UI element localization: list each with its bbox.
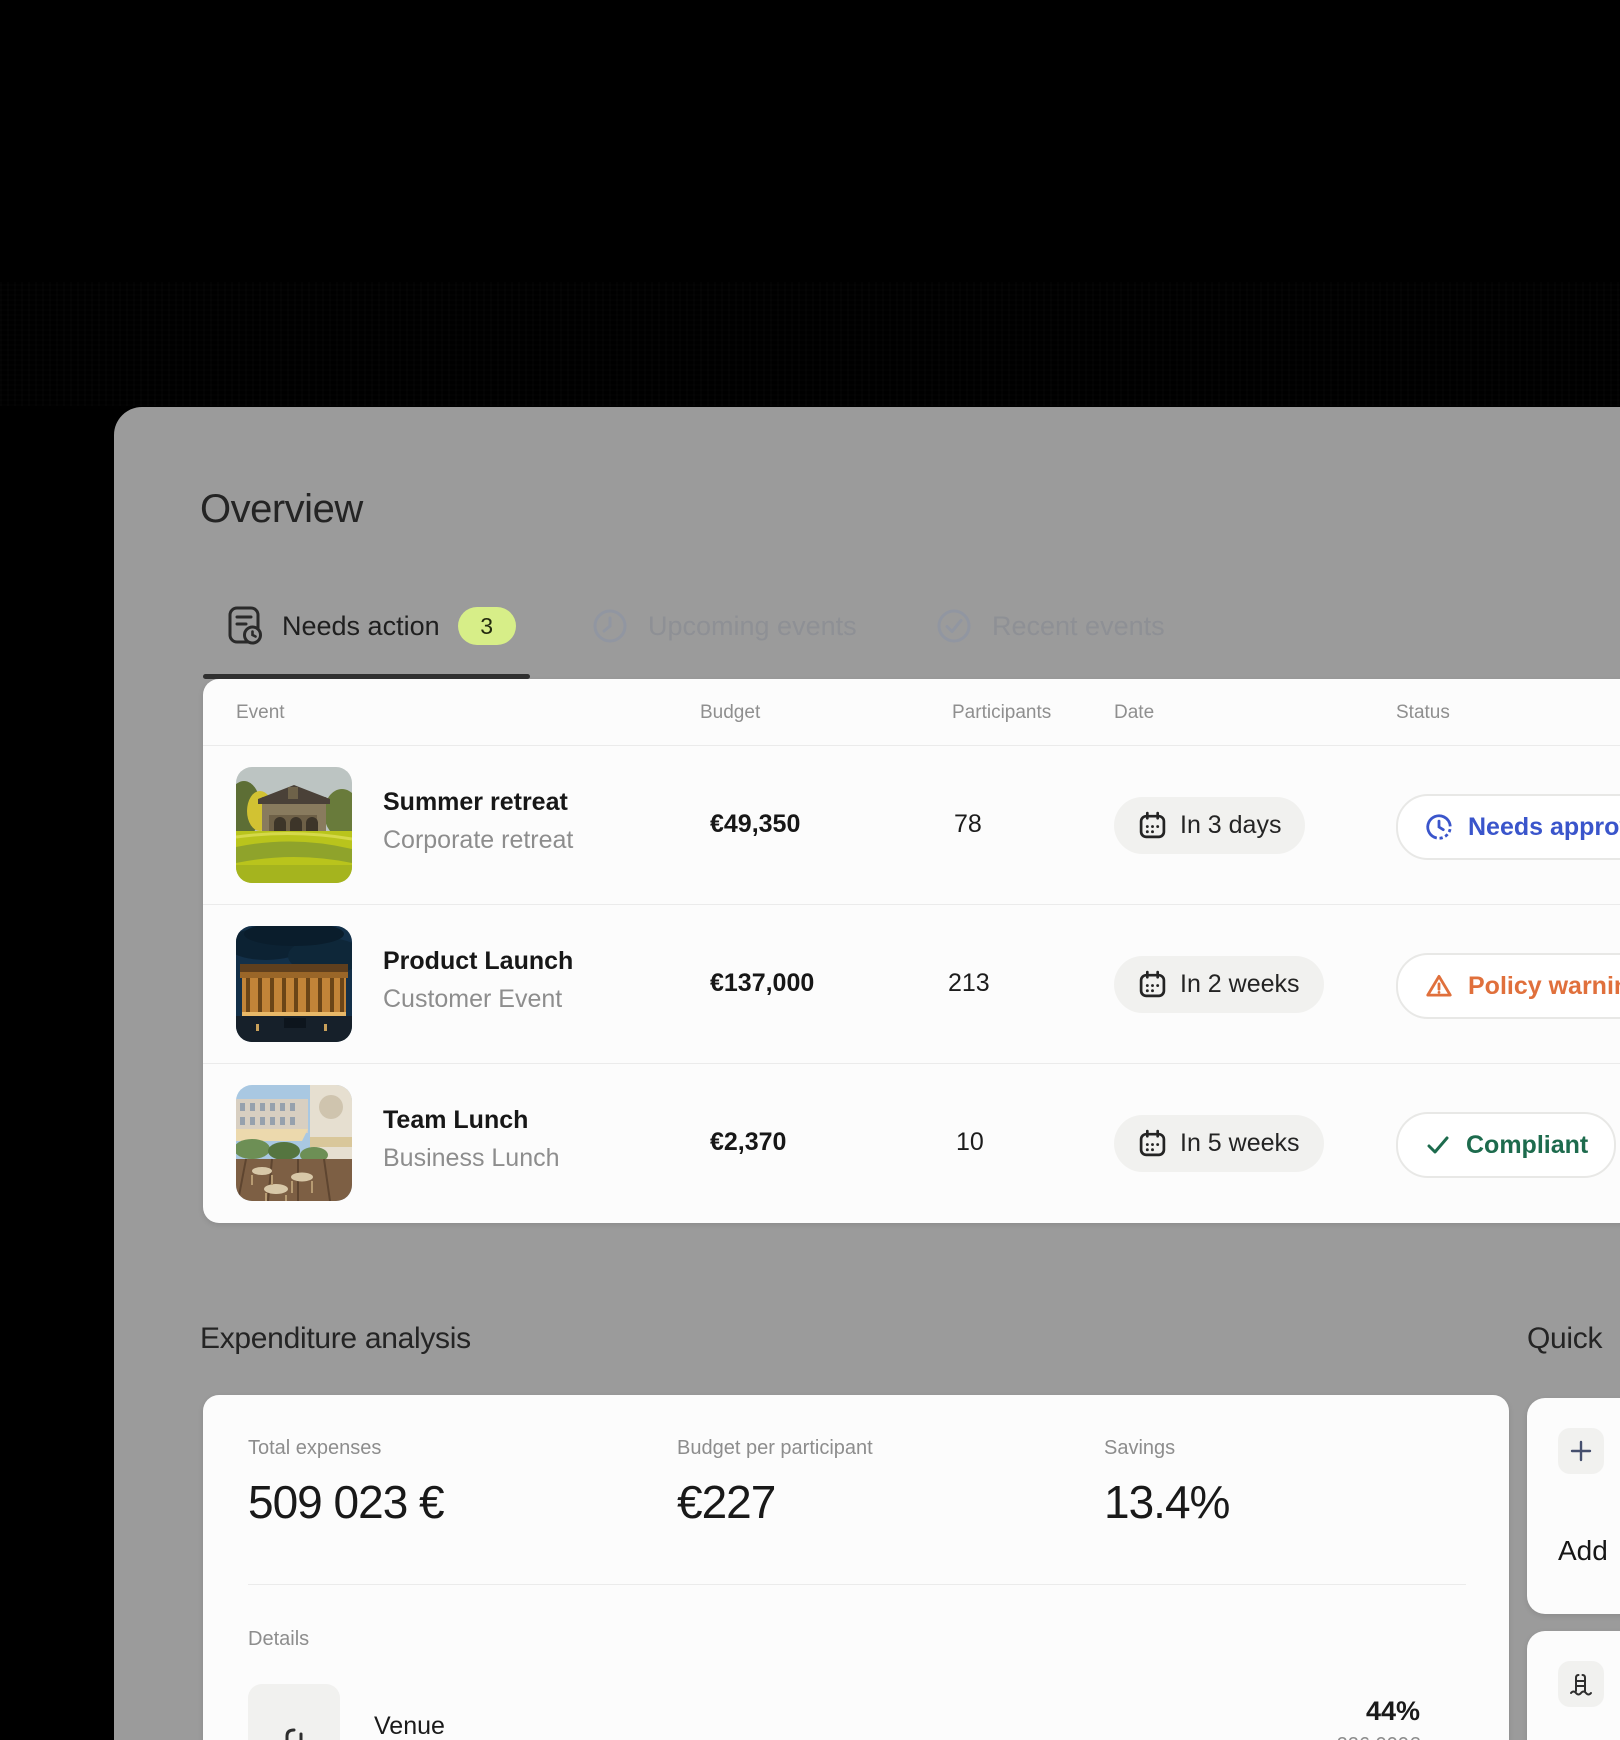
add-label: Add bbox=[1558, 1535, 1608, 1567]
stat-label: Total expenses bbox=[248, 1437, 381, 1460]
calendar-icon bbox=[1138, 970, 1167, 999]
table-row[interactable]: Team Lunch Business Lunch €2,370 10 In 5… bbox=[203, 1064, 1620, 1222]
expenditure-card: Total expenses Budget per participant Sa… bbox=[203, 1395, 1509, 1740]
check-circle-icon bbox=[934, 606, 974, 646]
detail-amount: 226 000€ bbox=[1337, 1734, 1420, 1740]
tab-recent-events[interactable]: Recent events bbox=[934, 602, 1165, 650]
event-photo-summer-retreat bbox=[236, 767, 352, 883]
event-subtitle: Corporate retreat bbox=[383, 826, 573, 855]
detail-percent: 44% bbox=[1366, 1696, 1420, 1727]
table-row[interactable]: Product Launch Customer Event €137,000 2… bbox=[203, 905, 1620, 1063]
status-label: Policy warning bbox=[1468, 972, 1620, 1001]
stat-label: Budget per participant bbox=[677, 1437, 873, 1460]
document-clock-icon bbox=[226, 605, 264, 647]
stats-divider bbox=[248, 1584, 1466, 1585]
event-photo-product-launch bbox=[236, 926, 352, 1042]
stat-value-total-expenses: 509 023 € bbox=[248, 1475, 444, 1529]
date-chip: In 2 weeks bbox=[1114, 956, 1324, 1013]
stat-value-budget-per-participant: €227 bbox=[677, 1475, 775, 1529]
tab-label: Recent events bbox=[992, 611, 1165, 642]
venue-ladder-icon bbox=[277, 1726, 311, 1740]
quick-action-add-card[interactable]: Add bbox=[1527, 1398, 1620, 1614]
event-title: Team Lunch bbox=[383, 1106, 528, 1135]
event-title: Summer retreat bbox=[383, 788, 568, 817]
expenditure-heading: Expenditure analysis bbox=[200, 1322, 471, 1356]
event-title: Product Launch bbox=[383, 947, 573, 976]
details-heading: Details bbox=[248, 1628, 309, 1651]
table-row[interactable]: Summer retreat Corporate retreat €49,350… bbox=[203, 746, 1620, 904]
column-header-date: Date bbox=[1114, 702, 1154, 724]
participants-value: 10 bbox=[956, 1128, 984, 1157]
calendar-icon bbox=[1138, 1129, 1167, 1158]
add-button[interactable] bbox=[1558, 1428, 1604, 1474]
event-subtitle: Business Lunch bbox=[383, 1144, 560, 1173]
quick-action-pool-card[interactable] bbox=[1527, 1631, 1620, 1740]
date-chip: In 5 weeks bbox=[1114, 1115, 1324, 1172]
tab-upcoming-events[interactable]: Upcoming events bbox=[590, 602, 857, 650]
status-label: Needs approval bbox=[1468, 813, 1620, 842]
budget-value: €2,370 bbox=[710, 1128, 786, 1157]
budget-value: €137,000 bbox=[710, 969, 814, 998]
tab-label: Needs action bbox=[282, 611, 440, 642]
pool-ladder-icon bbox=[1568, 1671, 1594, 1697]
page-title: Overview bbox=[200, 487, 363, 532]
screen: Overview Needs action 3 Upcoming events bbox=[0, 0, 1620, 1740]
date-label: In 3 days bbox=[1180, 811, 1281, 840]
pool-action-button[interactable] bbox=[1558, 1661, 1604, 1707]
detail-row-venue[interactable]: Venue 44% 226 000€ bbox=[248, 1684, 1466, 1740]
check-icon bbox=[1424, 1131, 1452, 1159]
plus-icon bbox=[1569, 1439, 1593, 1463]
clock-icon bbox=[590, 606, 630, 646]
date-chip: In 3 days bbox=[1114, 797, 1305, 854]
tab-label: Upcoming events bbox=[648, 611, 857, 642]
tab-needs-action[interactable]: Needs action 3 bbox=[226, 602, 516, 650]
date-label: In 2 weeks bbox=[1180, 970, 1300, 999]
participants-value: 78 bbox=[954, 810, 982, 839]
column-header-participants: Participants bbox=[952, 702, 1051, 724]
detail-label: Venue bbox=[374, 1712, 445, 1740]
event-photo-team-lunch bbox=[236, 1085, 352, 1201]
background-texture bbox=[0, 282, 1620, 406]
needs-action-count-badge: 3 bbox=[458, 607, 516, 645]
budget-value: €49,350 bbox=[710, 810, 800, 839]
status-badge-policy-warning: Policy warning bbox=[1396, 953, 1620, 1019]
column-header-budget: Budget bbox=[700, 702, 760, 724]
pending-clock-icon bbox=[1424, 812, 1454, 842]
active-tab-underline bbox=[203, 674, 530, 679]
status-badge-compliant: Compliant bbox=[1396, 1112, 1616, 1178]
status-label: Compliant bbox=[1466, 1131, 1588, 1160]
calendar-icon bbox=[1138, 811, 1167, 840]
status-badge-needs-approval: Needs approval bbox=[1396, 794, 1620, 860]
warning-triangle-icon bbox=[1424, 971, 1454, 1001]
stat-value-savings: 13.4% bbox=[1104, 1475, 1229, 1529]
column-header-status: Status bbox=[1396, 702, 1450, 724]
date-label: In 5 weeks bbox=[1180, 1129, 1300, 1158]
venue-icon-box bbox=[248, 1684, 340, 1740]
stat-label: Savings bbox=[1104, 1437, 1175, 1460]
column-header-event: Event bbox=[236, 702, 285, 724]
event-subtitle: Customer Event bbox=[383, 985, 562, 1014]
participants-value: 213 bbox=[948, 969, 990, 998]
quick-actions-heading: Quick bbox=[1527, 1322, 1602, 1356]
